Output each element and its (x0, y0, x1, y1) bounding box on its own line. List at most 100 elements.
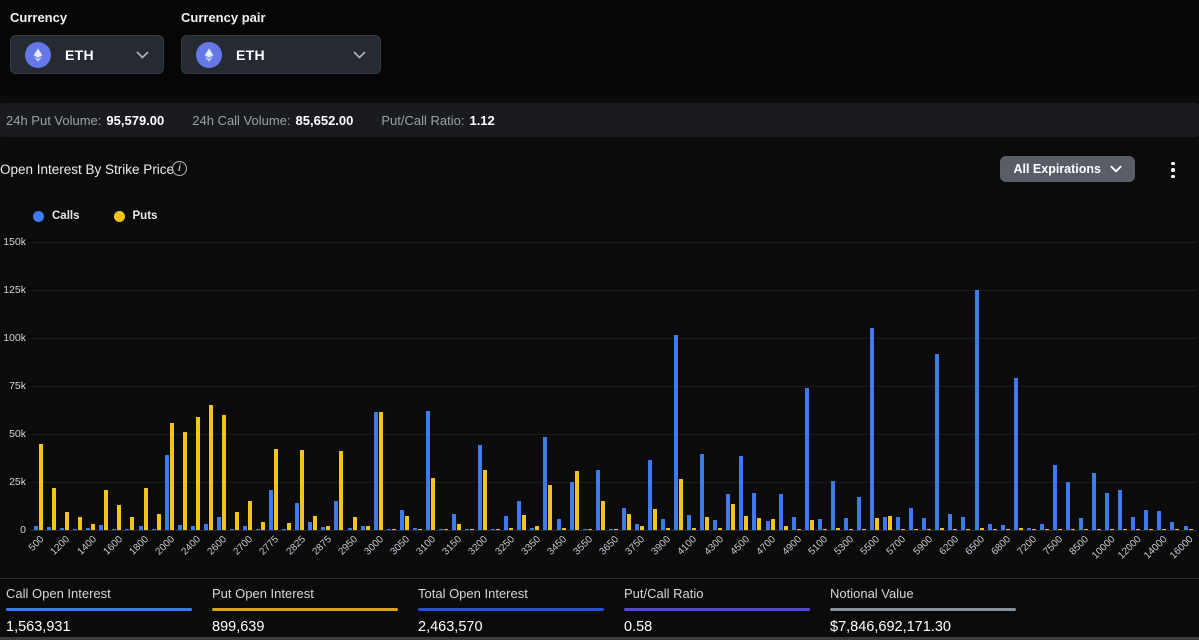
put-bar (52, 488, 56, 530)
currency-pair-value: ETH (236, 47, 265, 63)
summary-value: $7,846,692,171.30 (830, 619, 1022, 635)
expirations-filter-button[interactable]: All Expirations (1000, 156, 1135, 182)
call-bar (256, 529, 260, 531)
put-bar (1084, 529, 1088, 531)
call-bar (857, 497, 861, 530)
put-bar (575, 471, 579, 530)
x-axis-tick: 2950 (336, 534, 360, 558)
put-bar (640, 526, 644, 530)
put-bar (927, 529, 931, 531)
call-bar (217, 517, 221, 530)
put-bar (653, 509, 657, 530)
summary-value: 899,639 (212, 619, 404, 635)
put-bar (418, 529, 422, 531)
call-bar (713, 520, 717, 530)
legend-puts[interactable]: Puts (114, 210, 158, 222)
put-bar (836, 528, 840, 530)
call-bar (726, 494, 730, 530)
x-axis-tick: 10000 (1090, 534, 1117, 561)
x-axis-tick: 5300 (833, 534, 857, 558)
call-bar (99, 525, 103, 530)
call-bar (570, 482, 574, 530)
info-icon[interactable]: i (172, 161, 187, 176)
call-bar (452, 514, 456, 530)
put-bar (222, 415, 226, 530)
bar-group-1800: 1800 (137, 242, 150, 530)
bar-group-2775: 2775 (267, 242, 280, 530)
x-axis-tick: 4500 (728, 534, 752, 558)
call-bar (609, 529, 613, 531)
put-bar (757, 518, 761, 530)
bar-group-5500: 5500 (868, 242, 881, 530)
bar-group-3025 (385, 242, 398, 530)
call-bar (818, 519, 822, 530)
call-bar (125, 529, 129, 531)
put-bar (875, 518, 879, 530)
bar-group-15000 (1168, 242, 1181, 530)
x-axis-tick: 4700 (754, 534, 778, 558)
call-bar (935, 354, 939, 530)
chevron-down-icon (353, 51, 366, 59)
calls-dot-icon (33, 211, 44, 222)
call-bar (139, 526, 143, 530)
kebab-menu-icon[interactable] (1163, 157, 1183, 183)
call-bar (1014, 378, 1018, 530)
bar-group-3750: 3750 (633, 242, 646, 530)
currency-select[interactable]: ETH (10, 35, 164, 74)
put-bar (849, 529, 853, 531)
put-bar (1071, 529, 1075, 531)
legend-puts-label: Puts (133, 210, 158, 222)
put-bar (392, 529, 396, 531)
put-bar (157, 514, 161, 530)
put-bar (810, 520, 814, 530)
chart-title: Open Interest By Strike Price (0, 162, 174, 177)
call-bar (426, 411, 430, 530)
bar-group-3800 (646, 242, 659, 530)
summary-label: Put/Call Ratio (624, 586, 816, 601)
call-bar (243, 526, 247, 530)
call-bar (34, 526, 38, 530)
x-axis-tick: 3350 (519, 534, 543, 558)
call-bar (1105, 493, 1109, 530)
put-bar (784, 526, 788, 530)
summary-notional-value: Notional Value$7,846,692,171.30 (830, 586, 1022, 637)
put-bar (914, 529, 918, 531)
call-bar (269, 490, 273, 530)
bar-group-4200 (698, 242, 711, 530)
x-axis-tick: 2825 (284, 534, 308, 558)
currency-pair-select[interactable]: ETH (181, 35, 381, 74)
x-axis-tick: 12000 (1116, 534, 1143, 561)
put-bar (431, 478, 435, 530)
bar-group-4100: 4100 (685, 242, 698, 530)
put-bar (483, 470, 487, 530)
call-bar (361, 526, 365, 530)
bar-group-3125 (437, 242, 450, 530)
y-axis-tick: 125k (0, 284, 26, 296)
bar-group-6800: 6800 (999, 242, 1012, 530)
bar-group-14000: 14000 (1155, 242, 1168, 530)
summary-underline (624, 608, 810, 611)
put-bar (509, 528, 513, 530)
put-bar (261, 522, 265, 530)
put-bar (379, 412, 383, 530)
currency-pair-label: Currency pair (181, 10, 266, 25)
call-bar (948, 514, 952, 530)
bar-group-6500: 6500 (973, 242, 986, 530)
call-bar (491, 529, 495, 531)
bar-group-3200: 3200 (476, 242, 489, 530)
put-bar (940, 528, 944, 530)
put-bar (300, 450, 304, 530)
bar-group-12000: 12000 (1129, 242, 1142, 530)
call-bar (870, 328, 874, 530)
put-bar (457, 524, 461, 530)
x-axis-tick: 3250 (493, 534, 517, 558)
x-axis-tick: 1200 (49, 534, 73, 558)
bar-group-1900 (150, 242, 163, 530)
summary-call-open-interest: Call Open Interest1,563,931 (6, 586, 198, 637)
stat-item: 24h Call Volume:85,652.00 (192, 113, 353, 128)
x-axis-tick: 5100 (807, 534, 831, 558)
bar-group-11000 (1116, 242, 1129, 530)
put-bar (1097, 529, 1101, 531)
legend-calls[interactable]: Calls (33, 210, 80, 222)
bar-group-2200 (176, 242, 189, 530)
